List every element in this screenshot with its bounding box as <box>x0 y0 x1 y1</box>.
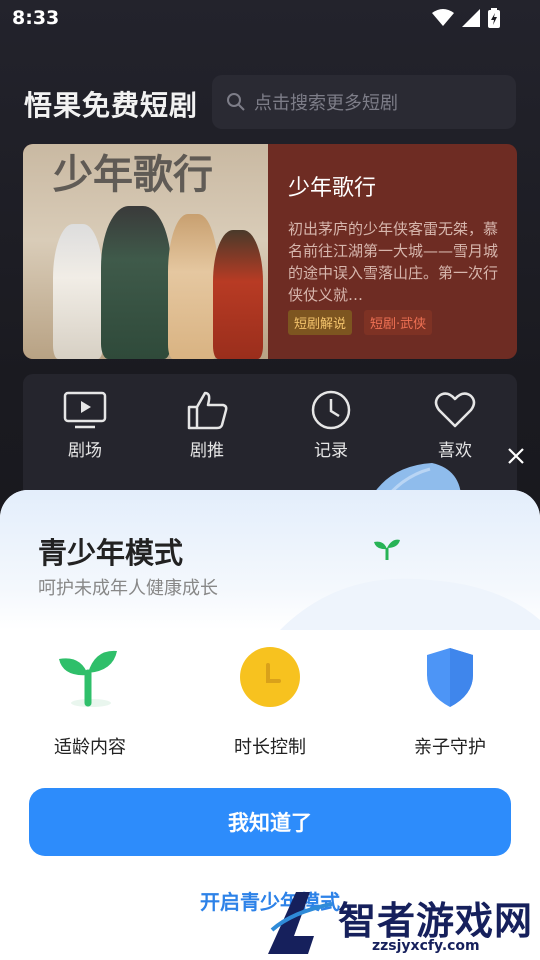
status-bar: 8:33 <box>0 0 540 40</box>
sheet-title: 青少年模式 <box>38 536 184 570</box>
search-input[interactable]: 点击搜索更多短剧 <box>212 75 516 129</box>
feature-age-appropriate: 适龄内容 <box>10 645 170 759</box>
close-icon[interactable] <box>504 444 528 468</box>
confirm-button[interactable]: 我知道了 <box>29 788 511 856</box>
status-time: 8:33 <box>12 7 60 29</box>
sprout-icon <box>59 650 117 707</box>
signal-icon <box>462 9 480 27</box>
watermark-url: zzsjyxcfy.com <box>372 938 480 954</box>
feature-label: 亲子守护 <box>414 737 486 758</box>
feature-label: 时长控制 <box>234 737 306 758</box>
poster-title-calligraphy: 少年歌行 <box>53 151 213 198</box>
feature-parental-guard: 亲子守护 <box>370 645 530 759</box>
grid-item-favorites[interactable]: 喜欢 <box>405 390 505 461</box>
watermark-logo-icon <box>268 892 333 954</box>
cloud-decoration <box>280 578 540 630</box>
sheet-subtitle: 呵护未成年人健康成长 <box>38 578 218 599</box>
tag-wuxia[interactable]: 短剧·武侠 <box>364 310 433 335</box>
grid-label: 剧推 <box>190 441 224 461</box>
tag-commentary[interactable]: 短剧解说 <box>288 310 353 335</box>
heart-icon <box>434 392 476 428</box>
banner-title: 少年歌行 <box>288 176 377 201</box>
banner-poster-image: 少年歌行 <box>23 144 268 359</box>
shield-icon <box>427 648 473 707</box>
feature-time-control: 时长控制 <box>190 645 350 759</box>
grid-label: 剧场 <box>68 441 102 461</box>
app-header: 悟果免费短剧 点击搜索更多短剧 <box>0 74 540 130</box>
status-icons <box>432 8 500 28</box>
thumbs-up-icon <box>187 391 228 430</box>
tv-play-icon <box>63 391 107 429</box>
watermark-brand: 智者游戏网 <box>338 899 534 943</box>
wifi-icon <box>432 9 454 26</box>
banner-tags: 短剧解说 短剧·武侠 <box>288 310 433 335</box>
site-watermark: 智者游戏网 zzsjyxcfy.com <box>262 878 540 960</box>
banner-description: 初出茅庐的少年侠客雷无桀，慕名前往江湖第一大城——雪月城的途中误入雪落山庄。第一… <box>288 220 499 304</box>
search-icon <box>227 93 245 111</box>
grid-item-history[interactable]: 记录 <box>281 390 381 461</box>
grid-item-theater[interactable]: 剧场 <box>35 390 135 461</box>
app-title: 悟果免费短剧 <box>24 89 199 122</box>
search-placeholder: 点击搜索更多短剧 <box>254 93 398 114</box>
banner-info: 少年歌行 初出茅庐的少年侠客雷无桀，慕名前往江湖第一大城——雪月城的途中误入雪落… <box>288 170 503 306</box>
clock-icon <box>311 390 351 430</box>
clock-icon <box>240 647 300 707</box>
battery-icon <box>488 8 500 28</box>
grid-item-recommend[interactable]: 剧推 <box>157 390 257 461</box>
featured-banner[interactable]: 少年歌行 少年歌行 初出茅庐的少年侠客雷无桀，慕名前往江湖第一大城——雪月城的途… <box>23 144 517 359</box>
feature-label: 适龄内容 <box>54 737 126 758</box>
